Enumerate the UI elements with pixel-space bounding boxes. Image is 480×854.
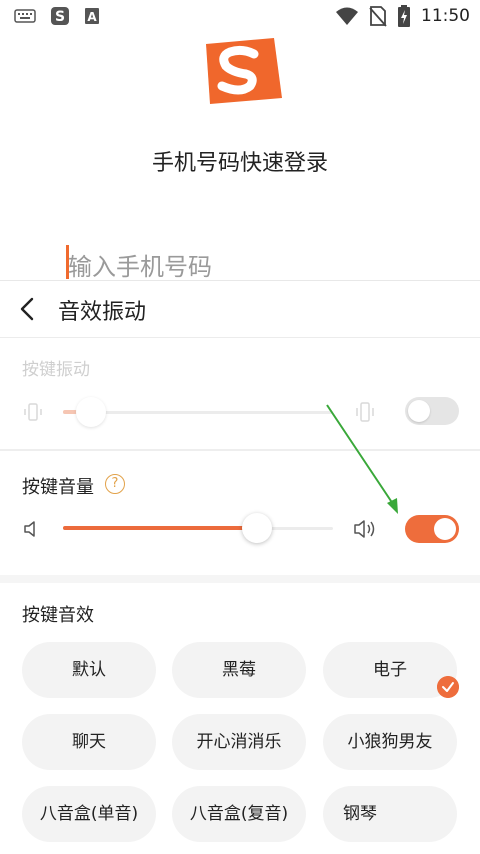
vibration-toggle-knob <box>408 400 430 422</box>
effect-chip-piano[interactable]: 钢琴 <box>323 786 457 842</box>
section-divider <box>0 449 480 451</box>
volume-toggle-knob <box>434 518 456 540</box>
phone-number-input[interactable]: 输入手机号码 <box>64 243 444 281</box>
volume-high-icon <box>354 520 375 538</box>
no-sim-icon <box>369 6 387 27</box>
vibration-toggle[interactable] <box>405 397 459 425</box>
svg-text:A: A <box>87 10 97 24</box>
effect-chip-label: 八音盒(复音) <box>189 804 289 824</box>
section-divider-thick <box>0 575 480 583</box>
volume-slider-fill <box>63 526 257 530</box>
status-time: 11:50 <box>421 6 470 26</box>
effect-chip-label: 黑莓 <box>222 660 256 680</box>
effect-chip-blackberry[interactable]: 黑莓 <box>172 642 306 698</box>
selected-check-icon <box>437 676 459 698</box>
phone-input-placeholder: 输入手机号码 <box>68 253 212 281</box>
vibration-label: 按键振动 <box>22 360 90 380</box>
effect-chip-chat[interactable]: 聊天 <box>22 714 156 770</box>
sogou-icon: S <box>51 7 69 25</box>
volume-label: 按键音量 <box>22 477 94 498</box>
keyboard-icon <box>14 9 36 23</box>
effect-chip-label: 开心消消乐 <box>196 732 282 752</box>
effect-chip-label: 聊天 <box>72 732 106 752</box>
battery-charging-icon <box>398 5 410 27</box>
status-bar: S A 11:50 <box>0 0 480 34</box>
vibration-slider-thumb[interactable] <box>76 397 106 427</box>
effect-chip-boyfriend[interactable]: 小狼狗男友 <box>323 714 457 770</box>
sheet-title: 音效振动 <box>58 300 147 325</box>
wifi-icon <box>336 7 358 25</box>
vibration-high-icon <box>356 402 374 422</box>
effect-chip-music-box-single[interactable]: 八音盒(单音) <box>22 786 156 842</box>
effect-chip-label: 默认 <box>72 660 106 680</box>
volume-slider-thumb[interactable] <box>242 513 272 543</box>
help-question-icon[interactable]: ? <box>105 474 125 494</box>
sound-vibration-sheet: 音效振动 按键振动 按键音量 ? 按键音效 默认 黑莓 电子 聊天 开心消消乐 … <box>0 280 480 854</box>
effect-chip-label: 八音盒(单音) <box>39 804 139 824</box>
effect-chip-label: 小狼狗男友 <box>347 732 433 752</box>
volume-toggle[interactable] <box>405 515 459 543</box>
effects-label: 按键音效 <box>22 605 94 626</box>
a-box-icon: A <box>85 8 99 24</box>
vibration-low-icon <box>24 403 42 421</box>
svg-text:S: S <box>55 9 65 25</box>
back-arrow-icon[interactable] <box>16 295 40 323</box>
effect-chip-label: 电子 <box>373 660 407 680</box>
volume-low-icon <box>24 521 35 537</box>
login-title: 手机号码快速登录 <box>151 151 328 176</box>
effect-chip-music-box-multi[interactable]: 八音盒(复音) <box>172 786 306 842</box>
effect-chip-happy-match[interactable]: 开心消消乐 <box>172 714 306 770</box>
effect-chip-label: 钢琴 <box>343 804 377 824</box>
sogou-logo <box>206 38 282 104</box>
effect-chip-default[interactable]: 默认 <box>22 642 156 698</box>
vibration-slider-fill <box>63 410 77 414</box>
sheet-header: 音效振动 <box>0 281 480 338</box>
